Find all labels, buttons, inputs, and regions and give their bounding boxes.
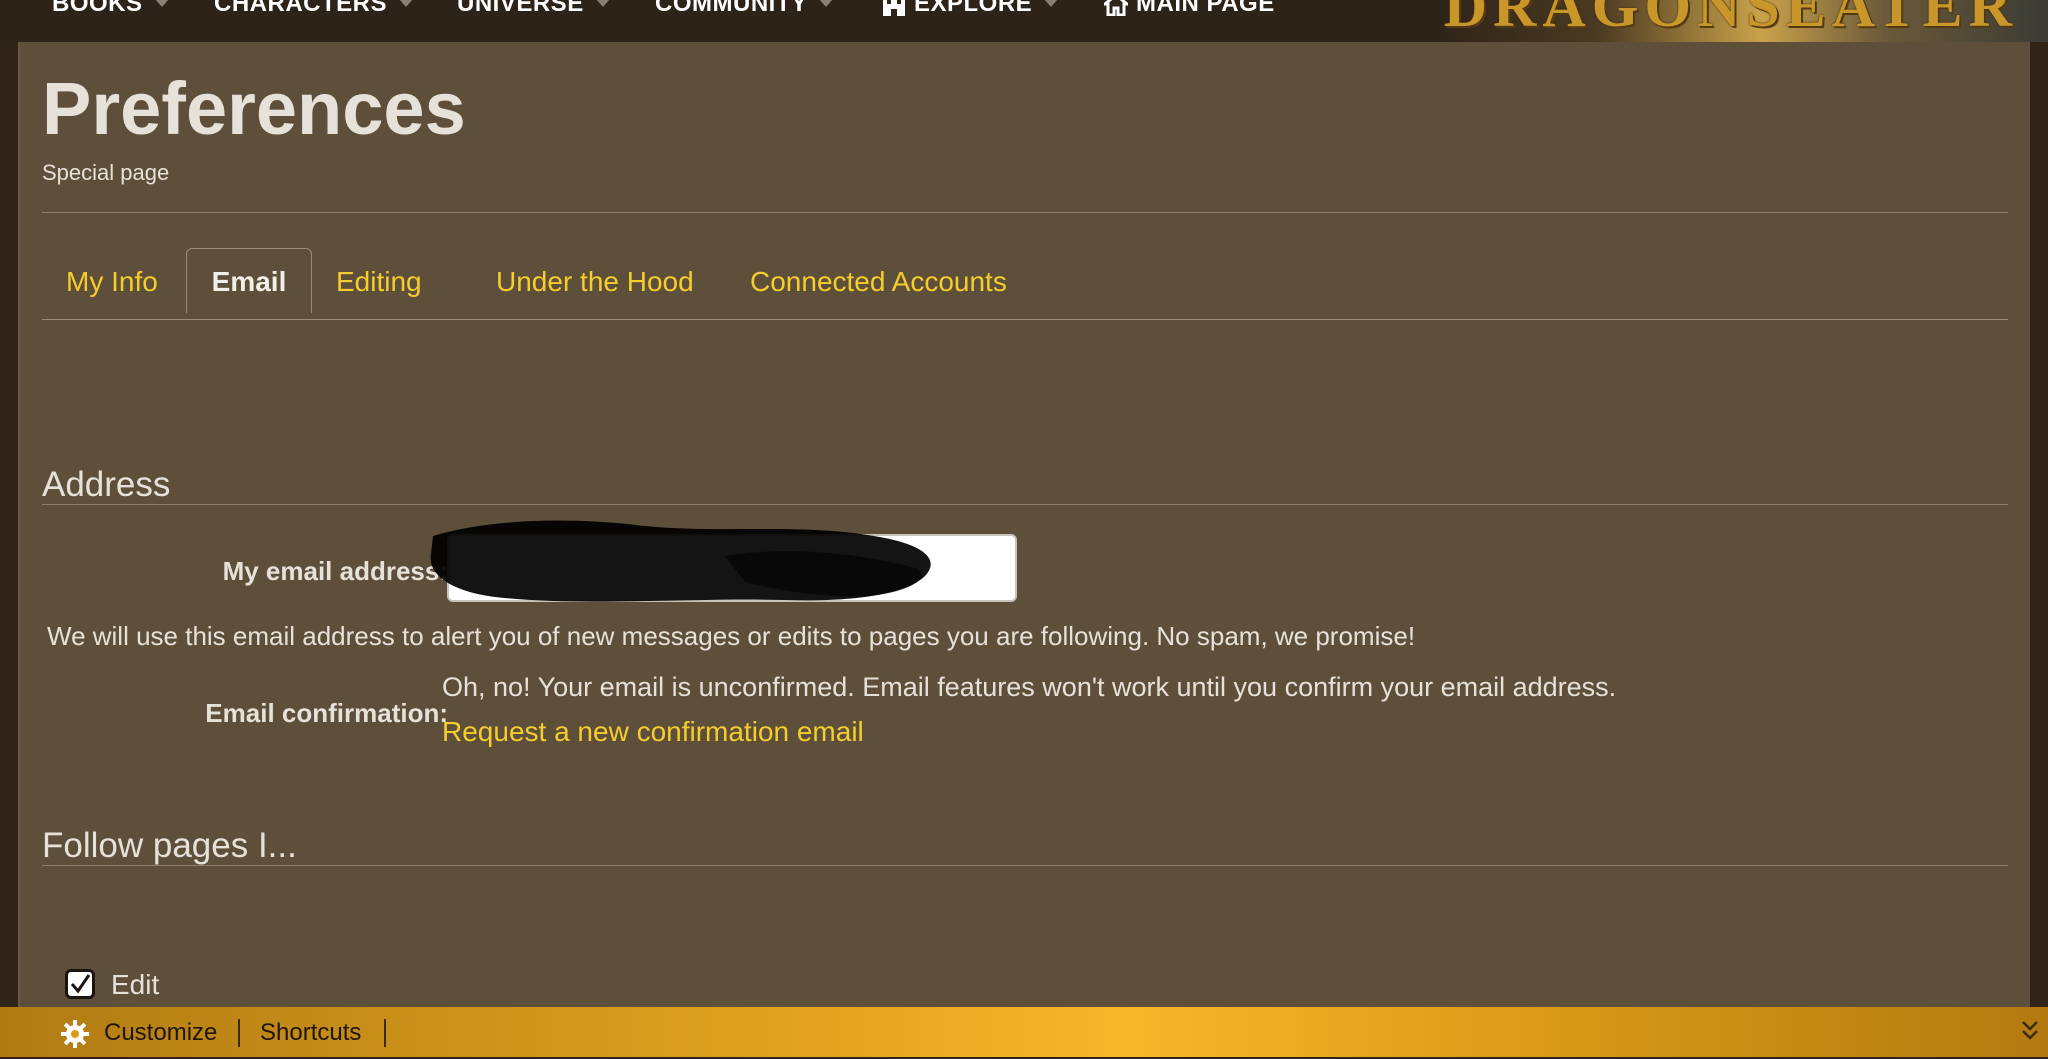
email-help-text: We will use this email address to alert … bbox=[47, 621, 1416, 651]
top-navigation: BOOKS CHARACTERS UNIVERSE COMMUNITY EXPL… bbox=[0, 0, 2048, 42]
tab-connected-accounts[interactable]: Connected Accounts bbox=[750, 252, 1007, 312]
nav-universe-label: UNIVERSE bbox=[457, 0, 584, 17]
address-divider bbox=[42, 504, 2008, 505]
chevron-down-icon bbox=[819, 0, 834, 7]
email-field[interactable] bbox=[447, 534, 1017, 602]
tabs-divider bbox=[42, 319, 2008, 320]
nav-books[interactable]: BOOKS bbox=[52, 0, 169, 16]
customize-button[interactable]: Customize bbox=[60, 1007, 217, 1057]
nav-main-page[interactable]: MAIN PAGE bbox=[1104, 0, 1275, 16]
bottom-toolbar: Customize Shortcuts bbox=[0, 1007, 2048, 1057]
shortcuts-button[interactable]: Shortcuts bbox=[260, 1007, 361, 1057]
toolbar-separator bbox=[238, 1019, 240, 1047]
tab-email[interactable]: Email bbox=[186, 248, 312, 313]
chevron-down-icon bbox=[1044, 0, 1059, 7]
page-title: Preferences bbox=[42, 67, 466, 150]
follow-edit-label: Edit bbox=[111, 969, 160, 1000]
checkmark-icon bbox=[70, 974, 91, 994]
chevron-down-icon bbox=[399, 0, 413, 7]
title-divider bbox=[42, 212, 2008, 213]
address-heading: Address bbox=[42, 465, 171, 504]
gear-icon bbox=[61, 1019, 89, 1048]
nav-explore[interactable]: EXPLORE bbox=[882, 0, 1059, 17]
email-confirmation-label: Email confirmation: bbox=[205, 698, 448, 728]
email-address-label: My email address: bbox=[222, 556, 448, 586]
nav-explore-label: EXPLORE bbox=[914, 0, 1033, 17]
nav-community[interactable]: COMMUNITY bbox=[655, 0, 834, 17]
castle-icon bbox=[883, 0, 905, 16]
page-subtitle: Special page bbox=[42, 160, 170, 185]
main-content: Preferences Special page My Info Email E… bbox=[18, 42, 2030, 1007]
toolbar-separator bbox=[384, 1019, 386, 1047]
chevron-down-icon bbox=[154, 0, 169, 7]
double-chevron-down-icon[interactable] bbox=[2020, 1019, 2040, 1043]
tab-under-the-hood[interactable]: Under the Hood bbox=[496, 252, 694, 312]
customize-label: Customize bbox=[104, 1019, 218, 1046]
nav-books-label: BOOKS bbox=[52, 0, 143, 17]
nav-characters[interactable]: CHARACTERS bbox=[214, 0, 413, 16]
tab-editing[interactable]: Editing bbox=[336, 252, 422, 312]
request-confirmation-link[interactable]: Request a new confirmation email bbox=[442, 716, 864, 748]
follow-edit-checkbox[interactable] bbox=[65, 969, 95, 999]
site-logo[interactable]: DRAGONSEATER bbox=[1444, 0, 2018, 41]
nav-universe[interactable]: UNIVERSE bbox=[457, 0, 610, 16]
email-confirmation-status: Oh, no! Your email is unconfirmed. Email… bbox=[442, 672, 1617, 702]
chevron-down-icon bbox=[595, 0, 610, 7]
follow-pages-heading: Follow pages I... bbox=[42, 826, 297, 865]
nav-characters-label: CHARACTERS bbox=[214, 0, 387, 17]
follow-pages-divider bbox=[42, 865, 2008, 866]
home-icon bbox=[1104, 0, 1128, 16]
nav-community-label: COMMUNITY bbox=[655, 0, 808, 17]
nav-main-page-label: MAIN PAGE bbox=[1136, 0, 1275, 17]
tab-my-info[interactable]: My Info bbox=[66, 252, 158, 312]
